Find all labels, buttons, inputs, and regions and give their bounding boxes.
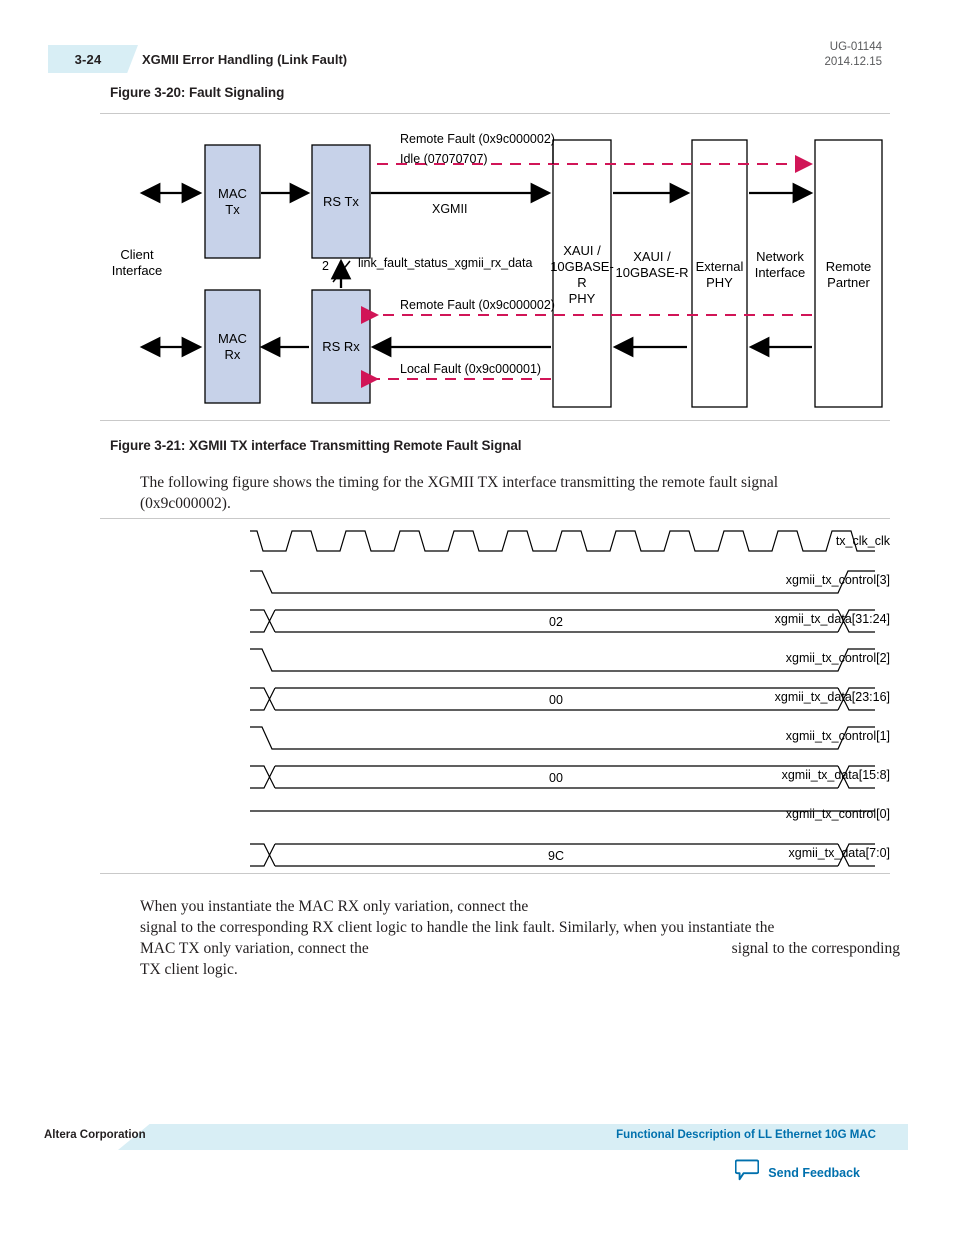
xgmii-tx-timing-diagram: tx_clk_clk xgmii_tx_control[3] xgmii_tx_… <box>100 521 890 871</box>
page-number: 3-24 <box>74 51 102 67</box>
figure-320-top-rule <box>100 113 890 114</box>
signal-label-xgmii-tx-data-23-16: xgmii_tx_data[23:16] <box>774 690 890 704</box>
signal-label-xgmii-tx-control-1: xgmii_tx_control[1] <box>785 729 890 743</box>
closing-line-1: When you instantiate the MAC RX only var… <box>140 898 529 915</box>
annotation-xgmii: XGMII <box>432 202 468 216</box>
signal-label-xgmii-tx-control-3: xgmii_tx_control[3] <box>785 573 890 587</box>
closing-line-3a: MAC TX only variation, connect the <box>140 940 369 957</box>
closing-line-2: signal to the corresponding RX client lo… <box>140 919 775 936</box>
signal-label-xgmii-tx-data-31-24: xgmii_tx_data[31:24] <box>774 612 890 626</box>
annotation-local-fault-rx: Local Fault (0x9c000001) <box>400 362 542 376</box>
block-xaui-phy: XAUI /10GBASE-R PHY <box>550 240 614 310</box>
document-id: UG-01144 <box>829 41 882 53</box>
signal-label-xgmii-tx-data-7-0: xgmii_tx_data[7:0] <box>788 846 890 860</box>
block-mac-tx-label: MAC Tx <box>218 185 247 217</box>
signal-label-tx-clk-clk: tx_clk_clk <box>835 534 890 548</box>
footer-company: Altera Corporation <box>44 1129 146 1141</box>
annotation-remote-fault-top: Remote Fault (0x9c000002) <box>400 132 555 146</box>
figure-320-bottom-rule <box>100 420 890 421</box>
header-section-title: XGMII Error Handling (Link Fault) <box>142 51 348 67</box>
annotation-bus-width: 2 <box>322 259 329 273</box>
block-rs-tx: RS Tx <box>312 145 370 258</box>
block-rs-rx: RS Rx <box>312 290 370 403</box>
document-meta: UG-01144 2014.12.15 <box>824 40 882 70</box>
annotation-link-fault-status: link_fault_status_xgmii_rx_data <box>358 256 533 270</box>
block-rs-rx-label: RS Rx <box>322 338 360 354</box>
block-xaui-phy-label: XAUI /10GBASE-R PHY <box>550 243 614 306</box>
block-external-phy: External PHY <box>692 240 747 310</box>
bus-value-data-7-0: 9C <box>548 849 564 863</box>
channel-label-network-interface: Network Interface <box>754 249 806 280</box>
block-remote-partner-label: Remote Partner <box>825 259 872 290</box>
footer-chapter-link[interactable]: Functional Description of LL Ethernet 10… <box>616 1129 876 1141</box>
figure-321-bottom-rule <box>100 873 890 874</box>
block-external-phy-label: External PHY <box>695 259 744 290</box>
client-interface-label: Client Interface <box>111 247 163 278</box>
bus-value-data-23-16: 00 <box>549 693 563 707</box>
speech-bubble-icon <box>734 1159 760 1186</box>
closing-line-3b: signal to the corresponding <box>731 940 900 957</box>
channel-label-xaui-10gbaser: XAUI /10GBASE-R <box>615 249 689 280</box>
closing-paragraph: When you instantiate the MAC RX only var… <box>140 896 900 980</box>
figure-320-caption: Figure 3-20: Fault Signaling <box>110 85 285 100</box>
signal-label-xgmii-tx-data-15-8: xgmii_tx_data[15:8] <box>781 768 890 782</box>
annotation-remote-fault-rx: Remote Fault (0x9c000002) <box>400 298 555 312</box>
block-mac-rx: MAC Rx <box>205 290 260 403</box>
page-header: 3-24 XGMII Error Handling (Link Fault) U… <box>0 0 954 90</box>
send-feedback-button[interactable]: Send Feedback <box>734 1159 860 1186</box>
figure-321-caption: Figure 3-21: XGMII TX interface Transmit… <box>110 438 522 453</box>
block-mac-tx: MAC Tx <box>205 145 260 258</box>
block-mac-rx-label: MAC Rx <box>218 330 247 362</box>
bus-value-data-31-24: 02 <box>549 615 563 629</box>
figure-321-top-rule <box>100 518 890 519</box>
annotation-idle: Idle (07070707) <box>400 152 488 166</box>
fault-signaling-diagram: MAC Tx RS Tx MAC Rx RS Rx XAUI /10GBASE-R P… <box>100 125 890 415</box>
signal-label-xgmii-tx-control-2: xgmii_tx_control[2] <box>785 651 890 665</box>
signal-label-xgmii-tx-control-0: xgmii_tx_control[0] <box>785 807 890 821</box>
bus-value-data-15-8: 00 <box>549 771 563 785</box>
closing-line-3: MAC TX only variation, connect the signa… <box>140 938 900 959</box>
closing-line-4: TX client logic. <box>140 961 238 978</box>
document-date: 2014.12.15 <box>824 56 882 68</box>
block-rs-tx-label: RS Tx <box>323 193 359 209</box>
figure-321-intro: The following figure shows the timing fo… <box>140 474 779 512</box>
send-feedback-label: Send Feedback <box>768 1165 860 1180</box>
block-remote-partner: Remote Partner <box>815 240 882 310</box>
